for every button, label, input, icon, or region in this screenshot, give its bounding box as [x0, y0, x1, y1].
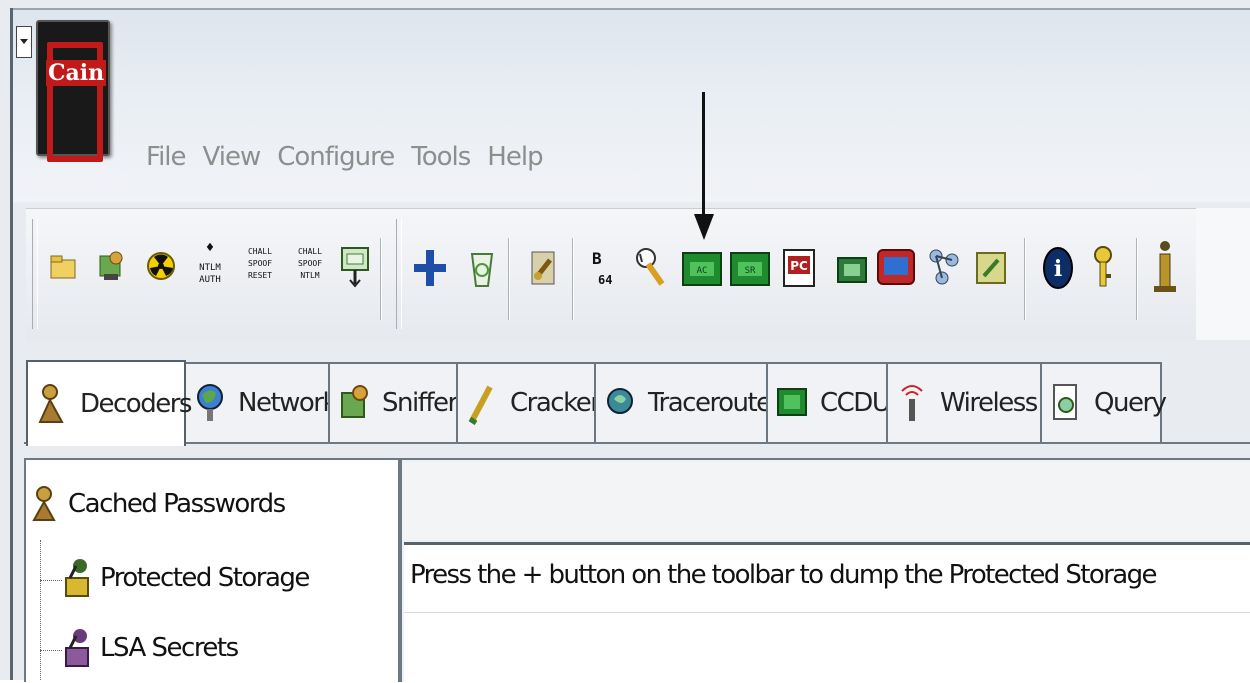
- logo-text: Cain: [46, 60, 107, 86]
- results-message: Press the + button on the toolbar to dum…: [410, 560, 1158, 590]
- menu-view[interactable]: View: [203, 142, 262, 182]
- tab-label: Network: [238, 388, 338, 418]
- svg-text:SPOOF: SPOOF: [248, 259, 272, 268]
- tab-label: Wireless: [940, 388, 1038, 418]
- info-icon[interactable]: i: [1040, 244, 1076, 292]
- tab-label: Sniffer: [382, 388, 458, 418]
- ccdu-icon: [777, 388, 807, 416]
- toolbar-separator: [1024, 238, 1025, 320]
- system-menu-button[interactable]: [16, 26, 32, 58]
- toolbar-grip-2[interactable]: [396, 219, 402, 329]
- brush-icon[interactable]: [528, 246, 560, 290]
- green-chip-2-icon[interactable]: SR: [730, 252, 770, 286]
- screen-icon[interactable]: [876, 248, 916, 288]
- svg-text:NTLM: NTLM: [199, 263, 221, 273]
- tab-label: CCDU: [820, 388, 891, 418]
- wireless-icon: [901, 385, 923, 421]
- toolbar-grip[interactable]: [32, 219, 38, 329]
- tab-label: Traceroute: [648, 388, 772, 418]
- ntlm-auth-icon[interactable]: ♦ NTLM AUTH: [190, 240, 230, 290]
- svg-text:AC: AC: [697, 266, 708, 276]
- tab-traceroute[interactable]: Traceroute: [594, 362, 772, 442]
- tree-connector: [40, 650, 62, 651]
- tree-item-label: Protected Storage: [100, 563, 310, 593]
- toolbar-separator: [380, 238, 381, 320]
- tree-item-label: Cached Passwords: [68, 489, 286, 519]
- recycle-icon[interactable]: [466, 246, 498, 290]
- lsa-icon[interactable]: [634, 244, 668, 290]
- add-plus-icon[interactable]: [412, 244, 448, 292]
- sniffer-icon: [341, 385, 368, 418]
- tree-item-lsa-secrets[interactable]: LSA Secrets: [62, 626, 239, 670]
- tab-cracker[interactable]: Cracker: [456, 362, 601, 442]
- cached-passwords-icon: [32, 486, 56, 521]
- svg-text:PC: PC: [790, 259, 808, 273]
- tab-label: Cracker: [510, 388, 601, 418]
- decoders-icon: [38, 384, 64, 423]
- radiation-icon[interactable]: [146, 248, 176, 284]
- network-globe-icon: [197, 384, 223, 421]
- tab-ccdu[interactable]: CCDU: [766, 362, 891, 442]
- base64-icon[interactable]: B 64: [586, 244, 618, 292]
- row-divider: [404, 612, 1250, 613]
- traceroute-icon: [607, 388, 633, 414]
- tree-connector: [40, 580, 62, 581]
- tree-item-protected-storage[interactable]: Protected Storage: [62, 556, 310, 600]
- tab-network[interactable]: Network: [184, 362, 338, 442]
- toolbar-separator: [572, 238, 573, 320]
- cain-logo-icon: Cain: [36, 20, 110, 162]
- menu-file[interactable]: File: [146, 142, 187, 182]
- menu-bar: File View Configure Tools Help: [146, 142, 544, 182]
- challenge-spoof-ntlm-icon[interactable]: CHALL SPOOF NTLM: [290, 240, 330, 290]
- tab-sniffer[interactable]: Sniffer: [328, 362, 458, 442]
- tab-decoders[interactable]: Decoders: [26, 360, 192, 446]
- tree-item-cached-passwords[interactable]: Cached Passwords: [30, 484, 286, 524]
- svg-text:SR: SR: [745, 266, 756, 276]
- tab-wireless[interactable]: Wireless: [886, 362, 1042, 442]
- help-icon[interactable]: [1150, 238, 1180, 298]
- menu-help[interactable]: Help: [487, 142, 543, 182]
- toolbar-end: [1196, 208, 1250, 340]
- lsa-secrets-icon: [65, 629, 89, 667]
- chip-icon[interactable]: [836, 254, 868, 286]
- challenge-spoof-reset-icon[interactable]: CHALL SPOOF RESET: [240, 240, 280, 290]
- toolbar-separator: [508, 238, 509, 320]
- open-folder-icon[interactable]: [48, 250, 78, 284]
- results-header: [402, 462, 1250, 540]
- network-icon[interactable]: [926, 246, 962, 288]
- svg-text:CHALL: CHALL: [248, 247, 272, 256]
- monitor-icon[interactable]: [338, 244, 372, 290]
- svg-text:NTLM: NTLM: [300, 271, 319, 280]
- pc-icon[interactable]: PC: [782, 248, 818, 288]
- tree-item-label: LSA Secrets: [100, 633, 239, 663]
- svg-text:♦: ♦: [206, 240, 214, 256]
- svg-text:CHALL: CHALL: [298, 247, 322, 256]
- svg-text:AUTH: AUTH: [199, 275, 221, 285]
- menu-configure[interactable]: Configure: [277, 142, 395, 182]
- pointer-arrow: [702, 92, 705, 222]
- tab-label: Decoders: [80, 389, 192, 419]
- page-icon[interactable]: [974, 250, 1008, 288]
- sniffer-start-icon[interactable]: [96, 246, 126, 286]
- menu-tools[interactable]: Tools: [411, 142, 471, 182]
- svg-text:64: 64: [598, 273, 612, 287]
- svg-text:i: i: [1054, 256, 1062, 282]
- svg-text:RESET: RESET: [248, 271, 272, 280]
- svg-text:SPOOF: SPOOF: [298, 259, 322, 268]
- green-chip-1-icon[interactable]: AC: [682, 252, 722, 286]
- cracker-icon: [468, 385, 493, 425]
- tab-label: Query: [1094, 388, 1167, 418]
- pointer-arrow-head: [694, 214, 714, 240]
- tree-connector: [40, 540, 42, 680]
- tab-query[interactable]: Query: [1040, 362, 1167, 442]
- query-icon: [1053, 384, 1077, 420]
- key-icon[interactable]: [1090, 244, 1116, 292]
- svg-text:B: B: [592, 249, 602, 268]
- protected-storage-icon: [65, 559, 89, 597]
- toolbar-separator: [1136, 238, 1137, 320]
